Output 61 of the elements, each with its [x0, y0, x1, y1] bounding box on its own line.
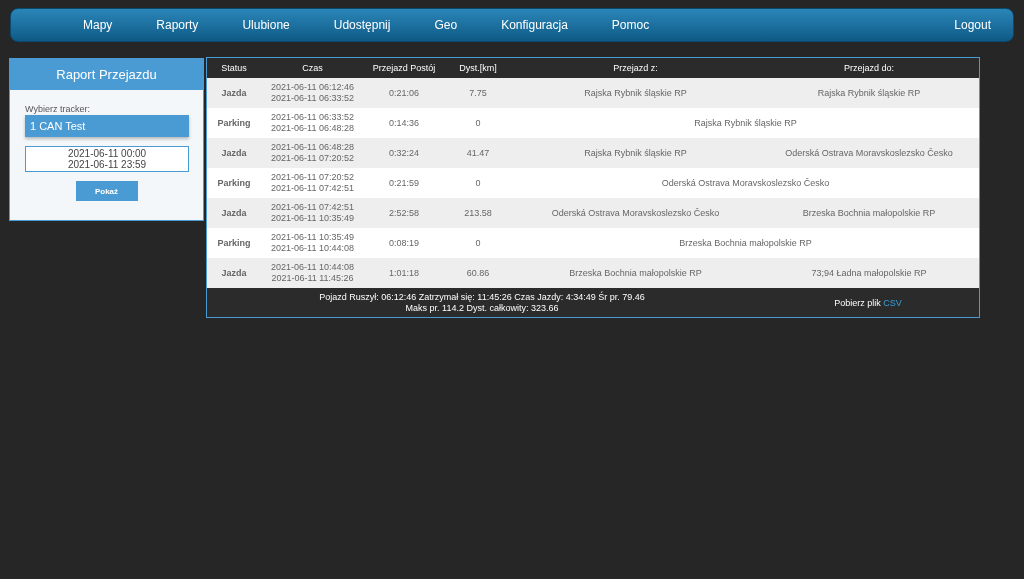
tracker-select[interactable]: 1 CAN Test	[25, 115, 189, 137]
date-range-field[interactable]: 2021-06-11 00:00 2021-06-11 23:59	[25, 146, 189, 172]
column-header: Przejazd z:	[512, 58, 759, 78]
distance-cell: 0	[444, 108, 512, 138]
tracker-label: Wybierz tracker:	[25, 104, 90, 114]
status-cell: Jazda	[207, 258, 261, 288]
column-header: Przejazd Postój	[364, 58, 444, 78]
time-cell: 2021-06-11 06:12:46 2021-06-11 06:33:52	[261, 78, 364, 108]
distance-cell: 213.58	[444, 198, 512, 228]
location-cell: 73;94 Ładna małopolskie RP	[759, 258, 979, 288]
nav-link[interactable]: Mapy	[61, 18, 135, 32]
nav-link[interactable]: Raporty	[134, 18, 221, 32]
location-cell: Rajska Rybnik śląskie RP	[512, 108, 979, 138]
location-cell: Oderská Ostrava Moravskoslezsko Česko	[759, 138, 979, 168]
column-header: Status	[207, 58, 261, 78]
panel-title: Raport Przejazdu	[10, 59, 203, 90]
duration-cell: 0:32:24	[364, 138, 444, 168]
show-button[interactable]: Pokaż	[75, 181, 138, 201]
nav-link[interactable]: Geo	[412, 18, 480, 32]
distance-cell: 0	[444, 168, 512, 198]
status-cell: Parking	[207, 168, 261, 198]
distance-cell: 60.86	[444, 258, 512, 288]
time-cell: 2021-06-11 07:42:51 2021-06-11 10:35:49	[261, 198, 364, 228]
distance-cell: 41.47	[444, 138, 512, 168]
location-cell: Rajska Rybnik śląskie RP	[512, 78, 759, 108]
location-cell: Oderská Ostrava Moravskoslezsko Česko	[512, 168, 979, 198]
location-cell: Brzeska Bochnia małopolskie RP	[512, 228, 979, 258]
column-header: Dyst.[km]	[444, 58, 512, 78]
location-cell: Brzeska Bochnia małopolskie RP	[759, 198, 979, 228]
csv-link[interactable]: CSV	[883, 297, 902, 308]
duration-cell: 2:52:58	[364, 198, 444, 228]
duration-cell: 0:14:36	[364, 108, 444, 138]
nav-link[interactable]: Ulubione	[220, 18, 312, 32]
distance-cell: 7.75	[444, 78, 512, 108]
duration-cell: 1:01:18	[364, 258, 444, 288]
location-cell: Rajska Rybnik śląskie RP	[759, 78, 979, 108]
column-header: Czas	[261, 58, 364, 78]
duration-cell: 0:08:19	[364, 228, 444, 258]
time-cell: 2021-06-11 06:48:28 2021-06-11 07:20:52	[261, 138, 364, 168]
time-cell: 2021-06-11 07:20:52 2021-06-11 07:42:51	[261, 168, 364, 198]
status-cell: Jazda	[207, 198, 261, 228]
time-cell: 2021-06-11 06:33:52 2021-06-11 06:48:28	[261, 108, 364, 138]
location-cell: Rajska Rybnik śląskie RP	[512, 138, 759, 168]
status-cell: Jazda	[207, 78, 261, 108]
distance-cell: 0	[444, 228, 512, 258]
logout-link[interactable]: Logout	[954, 18, 991, 32]
nav-link[interactable]: Udostępnij	[311, 18, 413, 32]
time-cell: 2021-06-11 10:35:49 2021-06-11 10:44:08	[261, 228, 364, 258]
status-cell: Parking	[207, 228, 261, 258]
column-header: Przejazd do:	[759, 58, 979, 78]
duration-cell: 0:21:06	[364, 78, 444, 108]
nav-link[interactable]: Konfiguracja	[479, 18, 590, 32]
download-label: Pobierz plik	[834, 297, 881, 308]
status-cell: Jazda	[207, 138, 261, 168]
nav-link[interactable]: Pomoc	[589, 18, 672, 32]
location-cell: Oderská Ostrava Moravskoslezsko Česko	[512, 198, 759, 228]
status-cell: Parking	[207, 108, 261, 138]
time-cell: 2021-06-11 10:44:08 2021-06-11 11:45:26	[261, 258, 364, 288]
location-cell: Brzeska Bochnia małopolskie RP	[512, 258, 759, 288]
duration-cell: 0:21:59	[364, 168, 444, 198]
summary-text: Pojazd Ruszył: 06:12:46 Zatrzymał się: 11:45:26 Czas Jazdy: 4:34:49 Śr pr. 79.46 Maks pr. 114.2 Dyst. całkowity: 323.66	[318, 291, 646, 314]
